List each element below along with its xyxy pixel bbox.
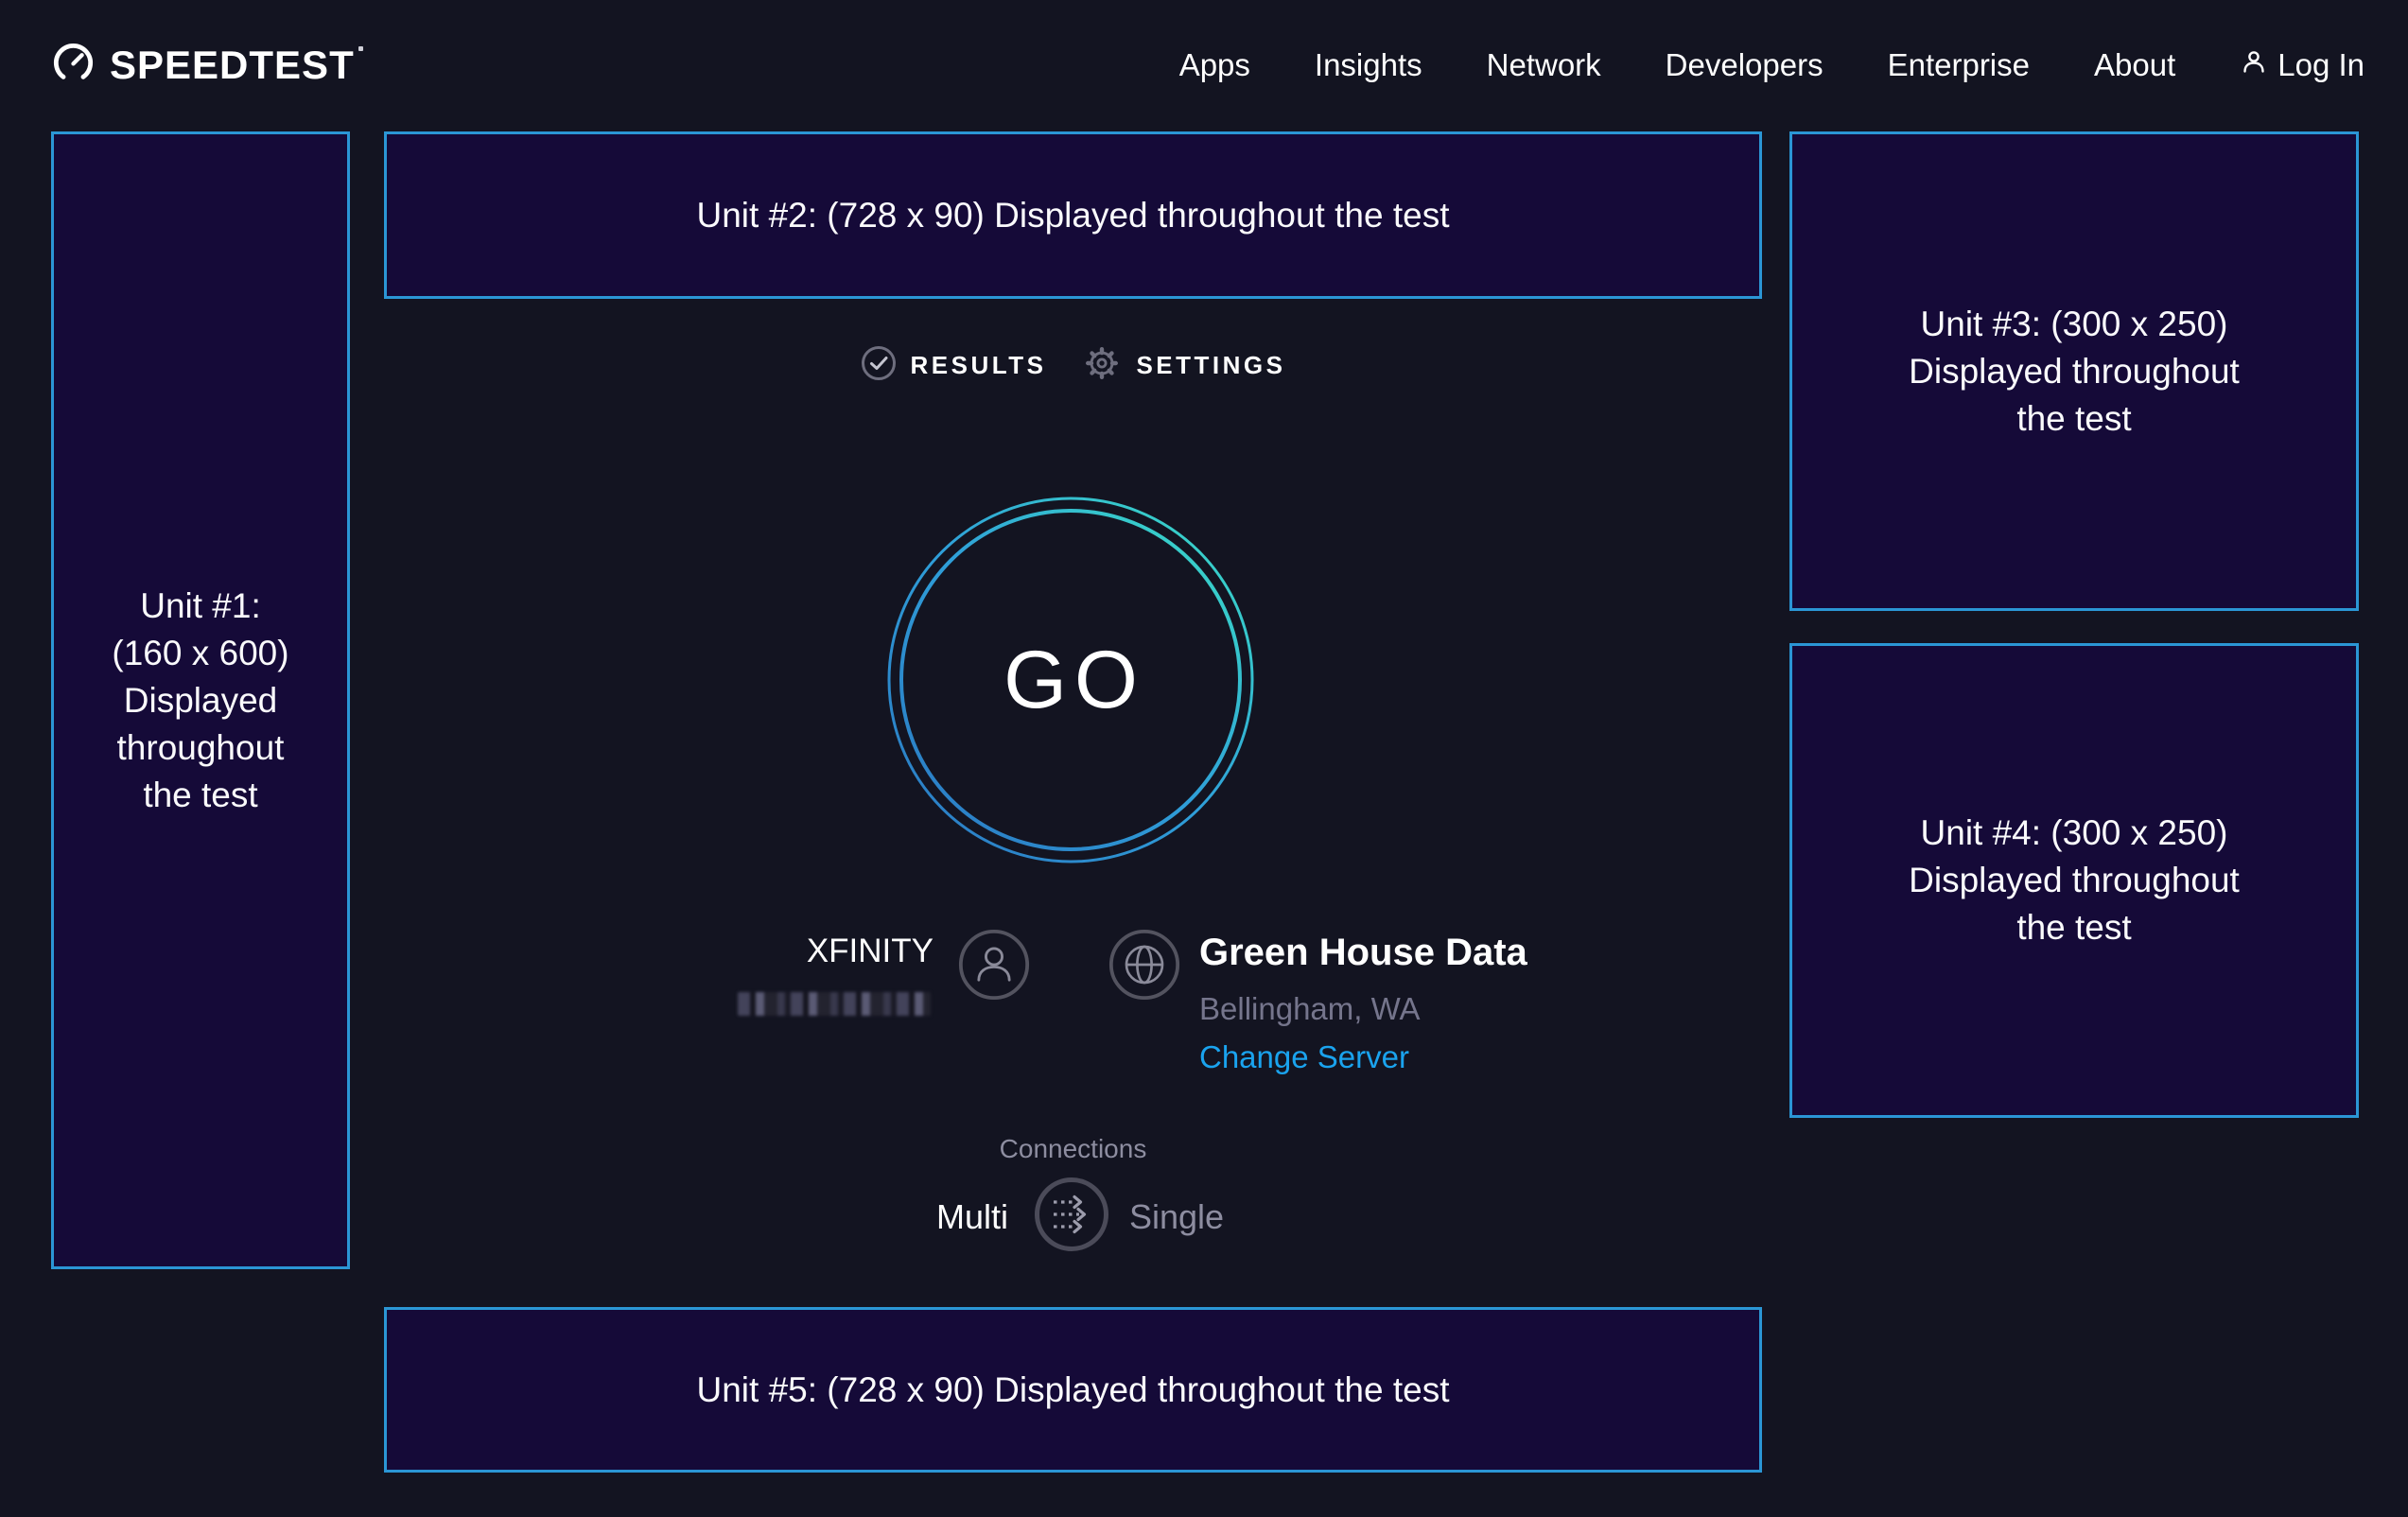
ad-unit-4-text: Unit #4: (300 x 250) Displayed throughou… bbox=[1909, 810, 2240, 951]
tab-settings[interactable]: SETTINGS bbox=[1082, 343, 1285, 388]
ad-unit-1-skyscraper[interactable]: Unit #1: (160 x 600) Displayed throughou… bbox=[51, 131, 350, 1269]
connections-option-single[interactable]: Single bbox=[1129, 1197, 1224, 1237]
user-icon bbox=[2240, 47, 2268, 83]
server-name: Green House Data bbox=[1199, 932, 1527, 974]
tab-settings-label: SETTINGS bbox=[1136, 351, 1285, 380]
ad-unit-5-text: Unit #5: (728 x 90) Displayed throughout… bbox=[697, 1367, 1450, 1414]
login-label: Log In bbox=[2277, 47, 2364, 83]
login-button[interactable]: Log In bbox=[2240, 47, 2364, 83]
nav-item-apps[interactable]: Apps bbox=[1179, 47, 1250, 83]
nav-item-about[interactable]: About bbox=[2094, 47, 2175, 83]
go-button[interactable]: GO bbox=[886, 496, 1255, 864]
nav-item-insights[interactable]: Insights bbox=[1315, 47, 1422, 83]
tab-results-label: RESULTS bbox=[911, 351, 1047, 380]
connections-option-multi[interactable]: Multi bbox=[827, 1197, 1008, 1237]
check-circle-icon bbox=[861, 345, 897, 386]
globe-circle-icon bbox=[1108, 929, 1180, 1001]
speedtest-page: SPEEDTEST Apps Insights Network Develope… bbox=[0, 0, 2408, 1517]
server-location: Bellingham, WA bbox=[1199, 991, 1421, 1027]
ad-unit-5-leaderboard[interactable]: Unit #5: (728 x 90) Displayed throughout… bbox=[384, 1307, 1762, 1473]
top-nav-bar: SPEEDTEST Apps Insights Network Develope… bbox=[52, 0, 2364, 130]
isp-detail-redacted-text bbox=[738, 992, 931, 1016]
multi-connection-arrows-icon[interactable] bbox=[1034, 1177, 1109, 1252]
view-tabs: RESULTS bbox=[384, 343, 1762, 388]
trademark-mark bbox=[358, 46, 363, 51]
go-button-label: GO bbox=[886, 496, 1255, 864]
speedometer-icon bbox=[52, 42, 95, 89]
nav-item-network[interactable]: Network bbox=[1487, 47, 1601, 83]
connections-label: Connections bbox=[384, 1134, 1762, 1164]
logo-wordmark: SPEEDTEST bbox=[110, 43, 363, 88]
ad-unit-1-text: Unit #1: (160 x 600) Displayed throughou… bbox=[112, 583, 288, 819]
nav-item-enterprise[interactable]: Enterprise bbox=[1888, 47, 2030, 83]
ad-unit-4-rectangle[interactable]: Unit #4: (300 x 250) Displayed throughou… bbox=[1789, 643, 2359, 1118]
change-server-link[interactable]: Change Server bbox=[1199, 1039, 1409, 1075]
ad-unit-3-text: Unit #3: (300 x 250) Displayed throughou… bbox=[1909, 301, 2240, 443]
tab-results[interactable]: RESULTS bbox=[861, 345, 1047, 386]
ad-unit-3-rectangle[interactable]: Unit #3: (300 x 250) Displayed throughou… bbox=[1789, 131, 2359, 611]
ad-unit-2-text: Unit #2: (728 x 90) Displayed throughout… bbox=[697, 192, 1450, 239]
ad-unit-2-leaderboard[interactable]: Unit #2: (728 x 90) Displayed throughout… bbox=[384, 131, 1762, 299]
gear-icon bbox=[1082, 343, 1122, 388]
user-circle-icon bbox=[958, 929, 1030, 1001]
speedtest-logo[interactable]: SPEEDTEST bbox=[52, 42, 363, 89]
nav-item-developers[interactable]: Developers bbox=[1666, 47, 1823, 83]
main-nav: Apps Insights Network Developers Enterpr… bbox=[1179, 47, 2364, 83]
isp-name: XFINITY bbox=[681, 933, 934, 970]
